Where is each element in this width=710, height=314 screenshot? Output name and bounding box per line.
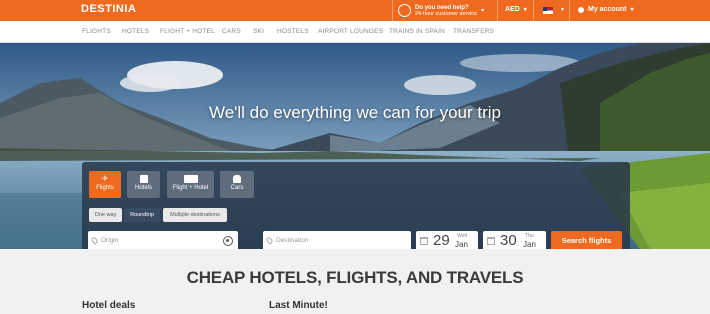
us-flag-icon[interactable] [543,7,553,14]
departure-month: Jan [455,240,468,249]
destination-placeholder: Destination [276,237,309,244]
tab-flights[interactable]: ✈ Flights [89,171,121,198]
origin-placeholder: Origin [101,237,119,244]
departure-weekday: Wed [457,233,468,239]
last-minute-heading: Last Minute! [269,300,328,311]
tab-flight-hotel[interactable]: Flight + Hotel [167,171,214,198]
nav-flight-hotel[interactable]: FLIGHT + HOTEL [160,28,215,35]
return-date[interactable]: 30 Thu Jan [483,231,546,251]
nav-hostels[interactable]: HOSTELS [277,28,309,35]
return-day: 30 [500,232,517,249]
chevron-down-icon: ▾ [523,7,527,13]
top-bar: DESTINIA Do you need help? 24-hour custo… [0,0,710,21]
nav-flights[interactable]: FLIGHTS [82,28,111,35]
tab-label: Flight + Hotel [172,185,209,191]
tab-cars[interactable]: Cars [220,171,254,198]
search-panel: ✈ Flights Hotels Flight + Hotel Cars One… [82,162,630,258]
plane-icon: ✈ [101,174,109,183]
nav-transfers[interactable]: TRANSFERS [453,28,494,35]
nav-ski[interactable]: SKI [253,28,264,35]
user-icon [578,6,584,13]
divider [497,0,498,21]
location-pin-icon [265,236,274,245]
main-nav: FLIGHTS HOTELS FLIGHT + HOTEL CARS SKI H… [0,21,710,43]
calendar-icon [420,237,428,245]
destination-input[interactable]: Destination [263,231,411,251]
nav-hotels[interactable]: HOTELS [122,28,149,35]
help-button[interactable]: Do you need help? 24-hour customer servi… [398,2,484,19]
divider [533,0,534,21]
help-text: Do you need help? 24-hour customer servi… [415,5,477,17]
account-menu[interactable]: My account ▾ [578,6,634,13]
nav-airport-lounges[interactable]: AIRPORT LOUNGES [318,28,383,35]
nav-trains-in-spain[interactable]: TRAINS IN SPAIN [389,28,445,35]
currency-label: AED [505,6,520,13]
car-icon [233,175,241,183]
page-title: CHEAP HOTELS, FLIGHTS, AND TRAVELS [186,268,524,287]
calendar-icon [487,237,495,245]
hotel-icon [139,175,148,183]
geolocate-icon[interactable] [223,236,233,246]
flight-hotel-icon [183,175,198,183]
account-label: My account [588,6,627,13]
tab-label: Cars [230,185,244,191]
hero-headline: We'll do everything we can for your trip [208,103,502,122]
chevron-down-icon: ▾ [561,7,565,13]
tab-hotels[interactable]: Hotels [127,171,160,198]
trip-one-way[interactable]: One way [89,208,122,222]
location-pin-icon [90,236,99,245]
tab-label: Flights [96,185,114,191]
currency-selector[interactable]: AED ▾ [505,6,527,13]
departure-day: 29 [433,232,450,249]
search-flights-button[interactable]: Search flights [551,231,622,251]
trip-roundtrip[interactable]: Roundtrip [124,208,160,222]
return-month: Jan [523,240,536,249]
chevron-down-icon: ▾ [630,7,634,13]
tab-label: Hotels [134,185,152,191]
logo[interactable]: DESTINIA [81,3,136,15]
divider [569,0,570,21]
nav-cars[interactable]: CARS [222,28,241,35]
headset-icon [398,4,411,17]
departure-date[interactable]: 29 Wed Jan [416,231,478,251]
trip-multiple-destinations[interactable]: Multiple destinations [163,208,227,222]
hotel-deals-heading: Hotel deals [82,300,136,311]
return-weekday: Thu [525,233,534,239]
help-subtitle: 24-hour customer service [415,10,478,17]
chevron-down-icon: ▾ [481,8,485,14]
origin-input[interactable]: Origin [88,231,238,251]
divider [392,0,393,21]
